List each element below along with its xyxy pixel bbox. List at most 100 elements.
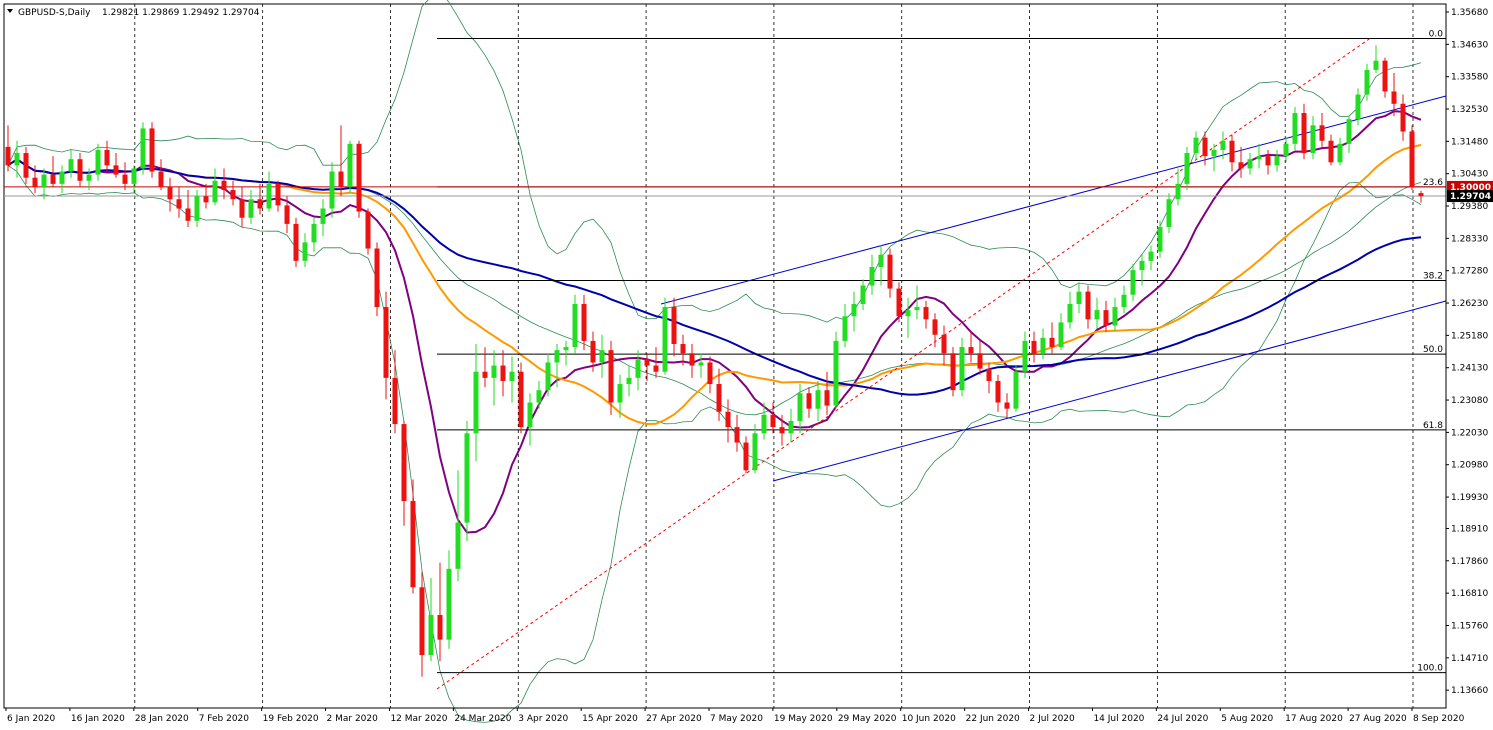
candle-body: [392, 377, 398, 425]
price-tick-label: 1.13660: [1451, 686, 1488, 696]
candle-body: [977, 353, 983, 369]
time-tick-label: 17 Aug 2020: [1285, 714, 1343, 724]
price-tick-label: 1.31480: [1451, 137, 1488, 147]
time-tick-label: 10 Jun 2020: [902, 714, 956, 724]
candle-body: [1391, 91, 1397, 104]
candle-body: [1148, 251, 1154, 261]
candle-body: [104, 149, 110, 166]
time-tick-label: 3 Apr 2020: [518, 714, 568, 724]
candle-body: [1328, 140, 1334, 163]
candle-body: [32, 177, 38, 187]
candle-body: [410, 501, 416, 588]
price-chart[interactable]: 0.023.638.250.061.8100.0 1.356801.346301…: [0, 0, 1493, 730]
candle-body: [266, 183, 272, 209]
candle-body: [1274, 156, 1280, 166]
candle-body: [1211, 149, 1217, 157]
candle-body: [824, 390, 830, 406]
candle-body: [1193, 137, 1199, 154]
candle-body: [329, 171, 335, 209]
candle-body: [878, 254, 884, 268]
candle-body: [590, 340, 596, 363]
candle-body: [1400, 103, 1406, 132]
candle-body: [1283, 143, 1289, 157]
candle-body: [1157, 226, 1163, 252]
candle-body: [527, 402, 533, 428]
candle-body: [1346, 119, 1352, 144]
candle-body: [1049, 337, 1055, 348]
candle-body: [149, 128, 155, 172]
time-tick-label: 7 May 2020: [710, 714, 763, 724]
price-tick-label: 1.29380: [1451, 202, 1488, 212]
candle-body: [1256, 156, 1262, 160]
time-tick-label: 28 Jan 2020: [135, 714, 189, 724]
candle-body: [374, 248, 380, 308]
candle-body: [1220, 140, 1226, 150]
candle-body: [1319, 125, 1325, 141]
candle-body: [554, 350, 560, 363]
candle-body: [77, 159, 83, 181]
candle-body: [599, 350, 605, 363]
time-tick-label: 24 Jul 2020: [1157, 714, 1208, 724]
candle-body: [122, 174, 128, 184]
price-tick-label: 1.35680: [1451, 8, 1488, 18]
candle-body: [770, 414, 776, 428]
candle-body: [1130, 270, 1136, 295]
candle-body: [788, 420, 794, 434]
price-tick-label: 1.17860: [1451, 557, 1488, 567]
price-tick-label: 1.32530: [1451, 105, 1488, 115]
price-tick-label: 1.25180: [1451, 331, 1488, 341]
candle-body: [1409, 131, 1415, 187]
candle-body: [545, 362, 551, 391]
candle-body: [383, 307, 389, 378]
candle-body: [725, 411, 731, 428]
price-tick-label: 1.22030: [1451, 428, 1488, 438]
candle-body: [743, 442, 749, 471]
candle-body: [932, 319, 938, 335]
candle-body: [662, 307, 668, 372]
symbol-label: GBPUSD-S,Daily: [18, 8, 91, 18]
candle-body: [653, 365, 659, 372]
candle-body: [437, 615, 443, 640]
candle-body: [347, 143, 353, 187]
chart-window: 0.0 23.6 38.2 50.0 61.8 100.0 1.35680 1.34630 1…: [0, 0, 1493, 730]
candle-body: [203, 196, 209, 203]
time-tick-label: 29 May 2020: [838, 714, 897, 724]
price-tick-label: 1.18910: [1451, 524, 1488, 534]
time-tick-label: 24 Mar 2020: [454, 714, 511, 724]
time-tick-label: 14 Jul 2020: [1093, 714, 1144, 724]
candle-body: [41, 174, 47, 187]
candle-body: [815, 390, 821, 409]
candle-body: [320, 208, 326, 224]
candle-body: [1373, 60, 1379, 70]
candle-body: [1202, 137, 1208, 157]
candle-body: [617, 384, 623, 403]
candle-body: [500, 365, 506, 381]
price-tick-label: 1.20980: [1451, 461, 1488, 471]
candle-body: [311, 223, 317, 243]
time-tick-label: 2 Jul 2020: [1030, 714, 1075, 724]
candle-body: [1166, 199, 1172, 227]
candle-body: [113, 165, 119, 175]
time-tick-label: 2 Mar 2020: [327, 714, 379, 724]
time-tick-label: 8 Sep 2020: [1413, 714, 1465, 724]
candle-body: [995, 380, 1001, 403]
plot-area: [3, 3, 1447, 709]
candle-body: [131, 168, 137, 184]
price-tick-label: 1.15760: [1451, 621, 1488, 631]
candle-body: [50, 174, 56, 184]
candle-body: [1301, 113, 1307, 154]
candle-body: [239, 199, 245, 218]
candle-body: [86, 174, 92, 181]
candle-body: [464, 433, 470, 523]
fib-level-label: 100.0: [1417, 664, 1443, 674]
price-tag-label: 1.29704: [1450, 192, 1491, 202]
price-tick-label: 1.16810: [1451, 589, 1488, 599]
price-axis: 1.35680 1.34630 1.33580 1.32530 1.31480 1.304…: [1445, 4, 1493, 708]
candle-body: [986, 368, 992, 381]
candle-body: [851, 303, 857, 317]
candle-body: [689, 353, 695, 366]
candle-body: [914, 307, 920, 311]
candle-body: [140, 128, 146, 169]
fib-level-label: 61.8: [1423, 421, 1443, 431]
candle-body: [680, 343, 686, 354]
